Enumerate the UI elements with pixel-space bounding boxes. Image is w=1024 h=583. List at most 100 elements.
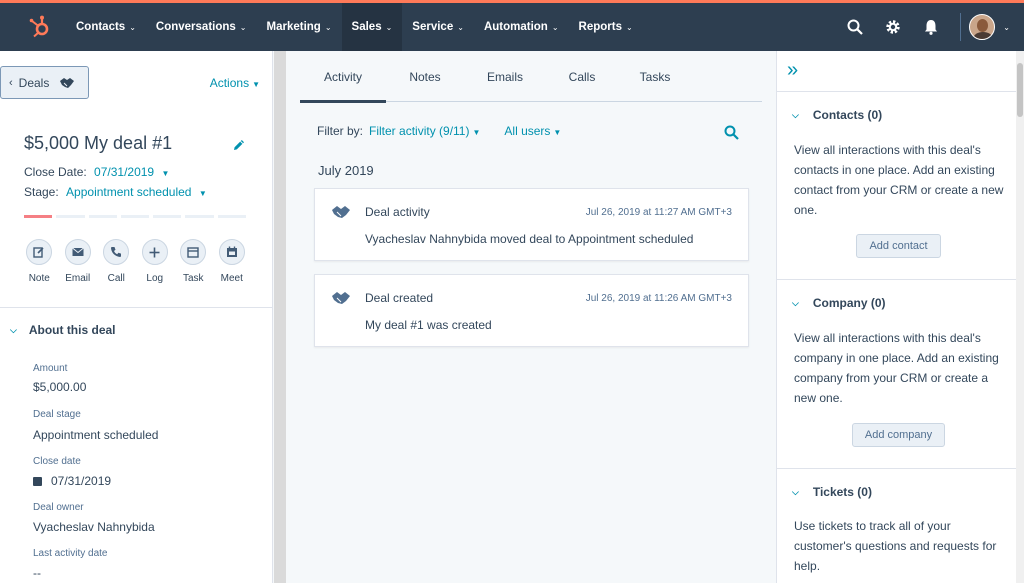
deal-stage-value[interactable]: Appointment scheduled bbox=[33, 428, 158, 442]
calendar-icon bbox=[33, 477, 42, 486]
deal-stage-label: Deal stage bbox=[33, 409, 81, 420]
activity-timeline: Activity Notes Emails Calls Tasks Filter… bbox=[286, 51, 776, 583]
associations-sidebar: » ⌵ Contacts (0) View all interactions w… bbox=[776, 51, 1024, 583]
company-section-toggle[interactable]: ⌵ Company (0) bbox=[792, 296, 886, 310]
nav-label: Automation bbox=[483, 21, 548, 33]
call-button[interactable]: Call bbox=[97, 239, 136, 284]
card-title: Deal created bbox=[365, 291, 434, 305]
caret-down-icon: ▼ bbox=[252, 80, 260, 89]
deal-title: $5,000 My deal #1 bbox=[24, 133, 173, 153]
add-contact-button[interactable]: Add contact bbox=[856, 234, 941, 258]
meet-button[interactable]: Meet bbox=[213, 239, 252, 284]
add-company-button[interactable]: Add company bbox=[852, 423, 945, 447]
nav-contacts[interactable]: Contacts ⌄ bbox=[66, 3, 146, 51]
contacts-section-toggle[interactable]: ⌵ Contacts (0) bbox=[792, 108, 882, 122]
amount-label: Amount bbox=[33, 363, 68, 374]
email-icon bbox=[64, 239, 91, 265]
edit-pencil-icon[interactable] bbox=[232, 138, 246, 152]
progress-segment bbox=[120, 215, 150, 218]
close-date-row: Close Date: 07/31/2019 ▼ bbox=[24, 165, 169, 179]
caret-down-icon: ▼ bbox=[472, 128, 481, 137]
actions-dropdown[interactable]: Actions ▼ bbox=[210, 76, 260, 90]
notifications-bell-icon[interactable] bbox=[912, 3, 950, 51]
tickets-section-toggle[interactable]: ⌵ Tickets (0) bbox=[792, 485, 872, 499]
user-avatar[interactable] bbox=[969, 14, 996, 40]
nav-label: Sales bbox=[351, 21, 382, 33]
timeline-card[interactable]: Deal activity Jul 26, 2019 at 11:27 AM G… bbox=[314, 188, 749, 261]
nav-conversations[interactable]: Conversations ⌄ bbox=[146, 3, 257, 51]
nav-label: Marketing bbox=[266, 21, 321, 33]
nav-reports[interactable]: Reports ⌄ bbox=[569, 3, 643, 51]
contacts-heading: Contacts (0) bbox=[812, 108, 883, 122]
card-timestamp: Jul 26, 2019 at 11:27 AM GMT+3 bbox=[585, 207, 732, 218]
card-title: Deal activity bbox=[365, 205, 430, 219]
tab-notes[interactable]: Notes bbox=[386, 51, 464, 102]
activity-buttons: Note Email Call Log Task Meet bbox=[20, 239, 251, 284]
progress-segment bbox=[24, 215, 53, 218]
handshake-icon bbox=[332, 292, 350, 304]
handshake-icon bbox=[332, 206, 350, 218]
email-button[interactable]: Email bbox=[59, 239, 98, 284]
log-button-label: Log bbox=[146, 273, 164, 284]
deal-owner-value[interactable]: Vyacheslav Nahnybida bbox=[33, 520, 155, 534]
filter-activity-dropdown[interactable]: Filter activity (9/11) ▼ bbox=[369, 124, 480, 138]
top-navigation: Contacts ⌄ Conversations ⌄ Marketing ⌄ Sale… bbox=[0, 0, 1024, 51]
gear-icon[interactable] bbox=[874, 3, 912, 51]
company-heading: Company (0) bbox=[812, 296, 886, 310]
tab-tasks[interactable]: Tasks bbox=[618, 51, 692, 102]
all-users-dropdown[interactable]: All users ▼ bbox=[504, 124, 561, 138]
tab-emails[interactable]: Emails bbox=[464, 51, 546, 102]
note-icon bbox=[26, 239, 53, 265]
nav-automation[interactable]: Automation ⌄ bbox=[474, 3, 569, 51]
call-icon bbox=[103, 239, 130, 265]
chevron-down-icon: ⌄ bbox=[457, 22, 464, 32]
chevron-down-icon: ⌵ bbox=[792, 486, 799, 497]
nav-divider bbox=[960, 13, 962, 41]
progress-segment bbox=[185, 215, 214, 218]
search-icon[interactable] bbox=[724, 125, 739, 140]
back-label: Deals bbox=[18, 75, 50, 90]
divider bbox=[0, 307, 272, 308]
about-this-deal-toggle[interactable]: ⌵ About this deal bbox=[10, 323, 116, 337]
tab-calls[interactable]: Calls bbox=[546, 51, 618, 102]
calendar-icon bbox=[218, 239, 245, 265]
meet-button-label: Meet bbox=[220, 273, 243, 284]
close-date-property[interactable]: 07/31/2019 bbox=[33, 474, 111, 488]
stage-value[interactable]: Appointment scheduled bbox=[66, 185, 191, 199]
progress-segment bbox=[56, 215, 85, 218]
close-date-value[interactable]: 07/31/2019 bbox=[94, 165, 154, 179]
deal-sidebar: ‹ Deals Actions ▼ $5,000 My deal #1 Close… bbox=[0, 51, 273, 583]
handshake-icon bbox=[60, 77, 75, 88]
chevron-down-icon: ⌄ bbox=[324, 22, 332, 32]
right-scrollbar[interactable] bbox=[1016, 51, 1024, 583]
nav-marketing[interactable]: Marketing ⌄ bbox=[257, 3, 342, 51]
timeline-card[interactable]: Deal created Jul 26, 2019 at 11:26 AM GM… bbox=[314, 274, 749, 347]
back-to-deals-button[interactable]: ‹ Deals bbox=[0, 66, 89, 99]
task-button-label: Task bbox=[182, 273, 204, 284]
nav-sales[interactable]: Sales ⌄ bbox=[341, 3, 403, 51]
progress-segment bbox=[88, 215, 117, 218]
card-body: My deal #1 was created bbox=[365, 318, 492, 332]
nav-label: Reports bbox=[578, 21, 622, 33]
close-date-label: Close Date: bbox=[24, 165, 87, 179]
expand-panel-icon[interactable]: » bbox=[787, 60, 798, 80]
caret-down-icon[interactable]: ▼ bbox=[161, 169, 169, 178]
caret-down-icon[interactable]: ▼ bbox=[199, 189, 207, 198]
amount-value[interactable]: $5,000.00 bbox=[33, 380, 86, 394]
left-scrollbar[interactable] bbox=[274, 51, 286, 583]
chevron-down-icon: ⌄ bbox=[385, 22, 393, 32]
hubspot-logo-icon[interactable] bbox=[28, 15, 52, 39]
nav-service[interactable]: Service ⌄ bbox=[402, 3, 474, 51]
month-heading: July 2019 bbox=[318, 163, 374, 178]
chevron-down-icon[interactable]: ⌄ bbox=[1003, 23, 1010, 32]
chevron-down-icon: ⌵ bbox=[10, 324, 17, 335]
tab-activity[interactable]: Activity bbox=[300, 51, 386, 103]
note-button[interactable]: Note bbox=[20, 239, 59, 284]
task-button[interactable]: Task bbox=[174, 239, 213, 284]
chevron-down-icon: ⌄ bbox=[625, 22, 633, 32]
call-button-label: Call bbox=[107, 273, 125, 284]
log-button[interactable]: Log bbox=[136, 239, 175, 284]
search-icon[interactable] bbox=[836, 3, 874, 51]
stage-row: Stage: Appointment scheduled ▼ bbox=[24, 185, 207, 199]
